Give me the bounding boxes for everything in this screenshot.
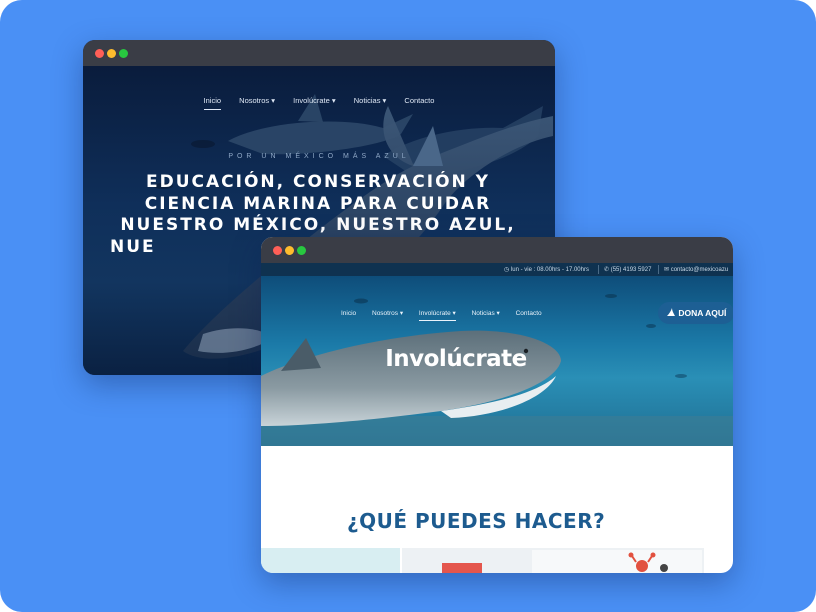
zoom-window-button[interactable] xyxy=(119,49,128,58)
mail-icon: ✉ xyxy=(664,267,670,273)
phone-text: (55) 4193 5927 xyxy=(610,267,652,273)
browser-window-involucrate: ◷ lun - vie : 08.00hrs - 17.00hrs ✆ (55)… xyxy=(261,237,733,573)
phone-icon: ✆ xyxy=(604,267,610,273)
nav-label: Noticias xyxy=(471,310,495,317)
zoom-window-button[interactable] xyxy=(297,246,306,255)
nav-inicio[interactable]: Inicio xyxy=(203,96,222,110)
email-text: contacto@mexicoazu xyxy=(670,267,729,273)
minimize-window-button[interactable] xyxy=(285,246,294,255)
headline-line: CIENCIA MARINA PARA CUIDAR xyxy=(144,193,492,214)
nav-nosotros[interactable]: Nosotros ▾ xyxy=(372,309,403,317)
page-title: Involúcrate xyxy=(385,346,527,372)
nav-involucrate[interactable]: Involúcrate ▾ xyxy=(293,96,336,105)
crab-illustration xyxy=(442,550,702,573)
content-image xyxy=(402,548,704,573)
nav-label: Involúcrate xyxy=(418,310,451,317)
section-heading: ¿QUÉ PUEDES HACER? xyxy=(347,509,606,533)
shark-fin-icon xyxy=(666,308,678,318)
chevron-down-icon: ▾ xyxy=(382,96,387,105)
hours-text: lun - vie : 08.00hrs - 17.00hrs xyxy=(510,267,589,273)
nav-contacto[interactable]: Contacto xyxy=(404,96,434,105)
content-card xyxy=(261,548,400,573)
chevron-down-icon: ▾ xyxy=(271,96,276,105)
hero-tagline: POR UN MÉXICO MÁS AZUL xyxy=(228,153,410,160)
chevron-down-icon: ▾ xyxy=(331,96,336,105)
nav-noticias[interactable]: Noticias ▾ xyxy=(472,309,500,317)
main-nav: Inicio Nosotros ▾ Involúcrate ▾ Noticias… xyxy=(83,96,555,110)
phone-info[interactable]: ✆ (55) 4193 5927 xyxy=(604,266,651,273)
nav-label: Nosotros xyxy=(372,310,399,317)
hours-info: ◷ lun - vie : 08.00hrs - 17.00hrs xyxy=(504,266,589,273)
nav-noticias[interactable]: Noticias ▾ xyxy=(354,96,387,105)
nav-label: Involúcrate xyxy=(293,96,330,105)
clock-icon: ◷ xyxy=(504,267,510,273)
nav-nosotros[interactable]: Nosotros ▾ xyxy=(239,96,275,105)
involucrate-hero: Inicio Nosotros ▾ Involúcrate ▾ Noticias… xyxy=(261,276,733,446)
close-window-button[interactable] xyxy=(273,246,282,255)
main-nav: Inicio Nosotros ▾ Involúcrate ▾ Noticias… xyxy=(341,309,556,321)
donate-label: DONA AQUÍ xyxy=(678,308,727,318)
chevron-down-icon: ▾ xyxy=(452,310,456,317)
minimize-window-button[interactable] xyxy=(107,49,116,58)
window-titlebar xyxy=(83,40,555,66)
divider xyxy=(658,265,659,274)
nav-label: Noticias xyxy=(353,96,381,105)
chevron-down-icon: ▾ xyxy=(399,310,404,317)
email-info[interactable]: ✉ contacto@mexicoazu xyxy=(664,266,728,273)
donate-button[interactable]: DONA AQUÍ xyxy=(658,302,733,324)
nav-label: Nosotros xyxy=(239,96,270,105)
chevron-down-icon: ▾ xyxy=(496,310,500,317)
window-titlebar xyxy=(261,237,733,263)
headline-line: NUESTRO MÉXICO, NUESTRO AZUL, xyxy=(120,215,516,235)
divider xyxy=(598,265,599,274)
headline-line: EDUCACIÓN, CONSERVACIÓN Y xyxy=(146,172,490,192)
nav-contacto[interactable]: Contacto xyxy=(516,310,542,317)
contact-topbar: ◷ lun - vie : 08.00hrs - 17.00hrs ✆ (55)… xyxy=(261,263,733,276)
close-window-button[interactable] xyxy=(95,49,104,58)
nav-inicio[interactable]: Inicio xyxy=(341,310,356,317)
background-canvas: Inicio Nosotros ▾ Involúcrate ▾ Noticias… xyxy=(0,0,816,612)
nav-involucrate[interactable]: Involúcrate ▾ xyxy=(418,309,456,321)
